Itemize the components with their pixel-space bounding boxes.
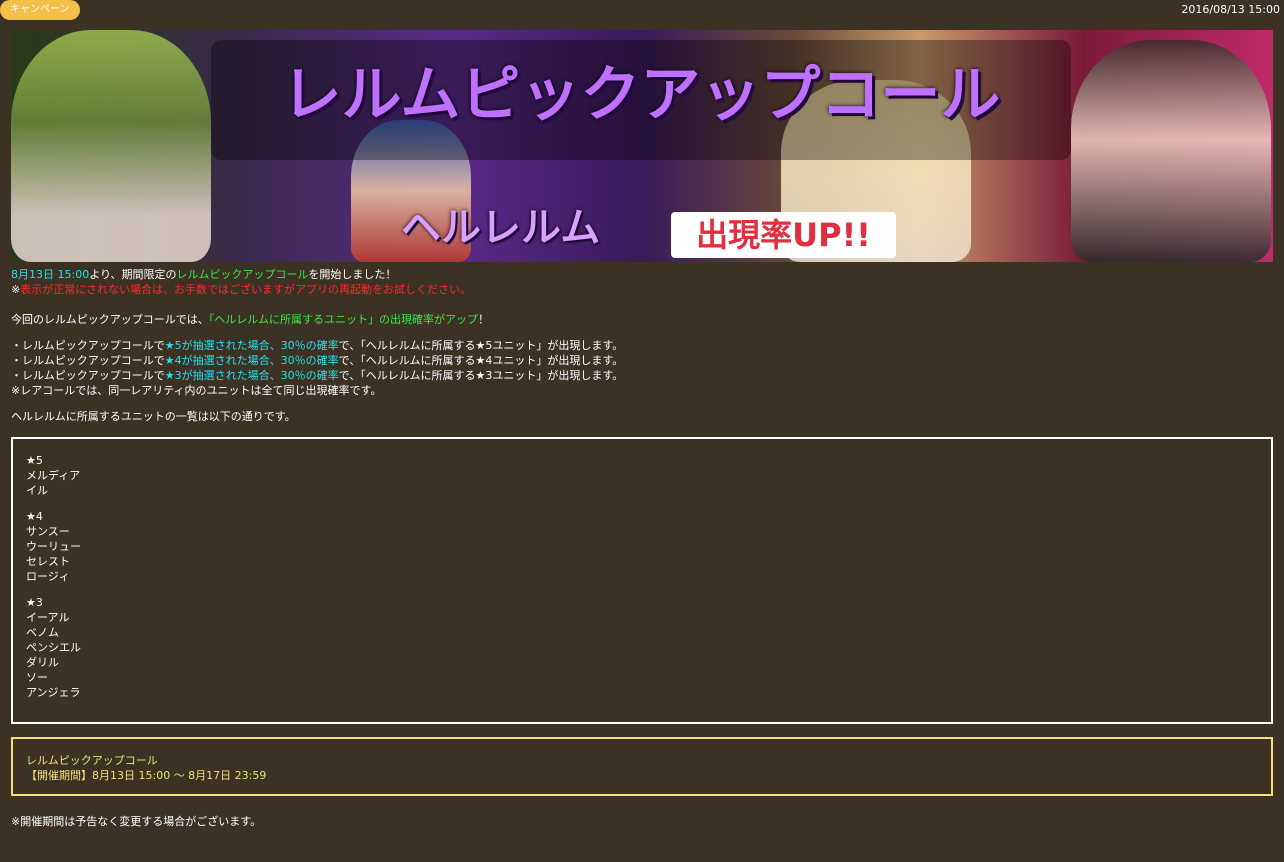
description-text-2: ！ xyxy=(478,313,490,326)
restart-note: ※表示が正常にされない場合は、お手数ではございますがアプリの再起動をお試しくださ… xyxy=(11,282,1273,297)
intro-text-1: より、期間限定の xyxy=(89,268,177,281)
header-bar: キャンペーン 2016/08/13 15:00 xyxy=(0,0,1284,22)
unit-list: ★5 メルディア イル ★4 サンスー ウーリュー セレスト ロージィ ★3 イ… xyxy=(26,453,81,700)
banner-rate-up: 出現率UP!! xyxy=(696,216,871,254)
rate-prefix: ・レルムピックアップコールで xyxy=(11,369,165,382)
rate-line: ・レルムピックアップコールで★4が抽選された場合、30％の確率で、「ヘルレルムに… xyxy=(11,353,1273,368)
description-line: 今回のレルムピックアップコールでは、「ヘルレルムに所属するユニット」の出現確率が… xyxy=(11,312,1273,327)
unit-name: アンジェラ xyxy=(26,686,81,699)
unit-name: ウーリュー xyxy=(26,540,81,553)
intro-event-name: レルムピックアップコール xyxy=(176,268,309,281)
unit-name: ソー xyxy=(26,671,48,684)
unit-name: ペンシエル xyxy=(26,641,81,654)
unit-list-intro: ヘルレルムに所属するユニットの一覧は以下の通りです。 xyxy=(11,410,296,423)
unit-name: イル xyxy=(26,484,48,497)
rate-highlight: ★3が抽選された場合、30％の確率 xyxy=(164,369,339,382)
event-period-name: レルムピックアップコール xyxy=(26,754,158,767)
rate-line: ・レルムピックアップコールで★5が抽選された場合、30％の確率で、「ヘルレルムに… xyxy=(11,338,1273,353)
unit-name: ロージィ xyxy=(26,570,70,583)
campaign-badge[interactable]: キャンペーン xyxy=(0,0,80,20)
restart-note-text: 表示が正常にされない場合は、お手数ではございますがアプリの再起動をお試しください… xyxy=(20,283,471,296)
unit-group-rarity: ★5 xyxy=(26,454,43,467)
rate-prefix: ・レルムピックアップコールで xyxy=(11,339,165,352)
description-text-1: 今回のレルムピックアップコールでは、 xyxy=(11,313,209,326)
unit-name: セレスト xyxy=(26,555,70,568)
unit-name: イーアル xyxy=(26,611,70,624)
unit-group-3: ★3 イーアル ベノム ペンシエル ダリル ソー アンジェラ xyxy=(26,595,81,700)
banner-subtitle: ヘルレルム xyxy=(401,205,601,251)
restart-note-prefix: ※ xyxy=(11,283,21,296)
event-period-box: レルムピックアップコール 【開催期間】8月13日 15:00 ～ 8月17日 2… xyxy=(11,737,1273,796)
event-period-info: レルムピックアップコール 【開催期間】8月13日 15:00 ～ 8月17日 2… xyxy=(26,753,266,783)
unit-list-box: ★5 メルディア イル ★4 サンスー ウーリュー セレスト ロージィ ★3 イ… xyxy=(11,437,1273,724)
rate-suffix: で、「ヘルレルムに所属する★5ユニット」が出現します。 xyxy=(338,339,624,352)
rate-highlight: ★4が抽選された場合、30％の確率 xyxy=(164,354,339,367)
unit-name: メルディア xyxy=(26,469,81,482)
event-period-dates: 【開催期間】8月13日 15:00 ～ 8月17日 23:59 xyxy=(26,769,267,782)
unit-group-rarity: ★4 xyxy=(26,510,43,523)
unit-name: サンスー xyxy=(26,525,70,538)
intro-text-2: を開始しました！ xyxy=(308,268,397,281)
rate-suffix: で、「ヘルレルムに所属する★4ユニット」が出現します。 xyxy=(338,354,624,367)
post-date: 2016/08/13 15:00 xyxy=(1181,3,1280,16)
rate-note: ※レアコールでは、同一レアリティ内のユニットは全て同じ出現確率です。 xyxy=(11,384,382,397)
unit-name: ダリル xyxy=(26,656,59,669)
unit-name: ベノム xyxy=(26,626,59,639)
rate-prefix: ・レルムピックアップコールで xyxy=(11,354,165,367)
banner-character-right xyxy=(1071,40,1271,262)
unit-group-5: ★5 メルディア イル xyxy=(26,453,81,498)
intro-date: 8月13日 15:00 xyxy=(11,268,90,281)
event-banner: レルムピックアップコール ヘルレルム 出現率UP!! xyxy=(11,30,1273,262)
unit-group-rarity: ★3 xyxy=(26,596,43,609)
schedule-change-note: ※開催期間は予告なく変更する場合がございます。 xyxy=(11,815,262,828)
banner-title: レルムピックアップコール xyxy=(281,60,1001,130)
article-body: 8月13日 15:00より、期間限定のレルムピックアップコールを開始しました！ … xyxy=(11,267,1273,424)
intro-line: 8月13日 15:00より、期間限定のレルムピックアップコールを開始しました！ xyxy=(11,267,1273,282)
rate-suffix: で、「ヘルレルムに所属する★3ユニット」が出現します。 xyxy=(338,369,624,382)
rate-line: ・レルムピックアップコールで★3が抽選された場合、30％の確率で、「ヘルレルムに… xyxy=(11,368,1273,383)
unit-group-4: ★4 サンスー ウーリュー セレスト ロージィ xyxy=(26,509,81,584)
description-highlight: 「ヘルレルムに所属するユニット」の出現確率がアップ xyxy=(208,313,479,326)
banner-character-left xyxy=(11,30,211,262)
rate-highlight: ★5が抽選された場合、30％の確率 xyxy=(164,339,339,352)
